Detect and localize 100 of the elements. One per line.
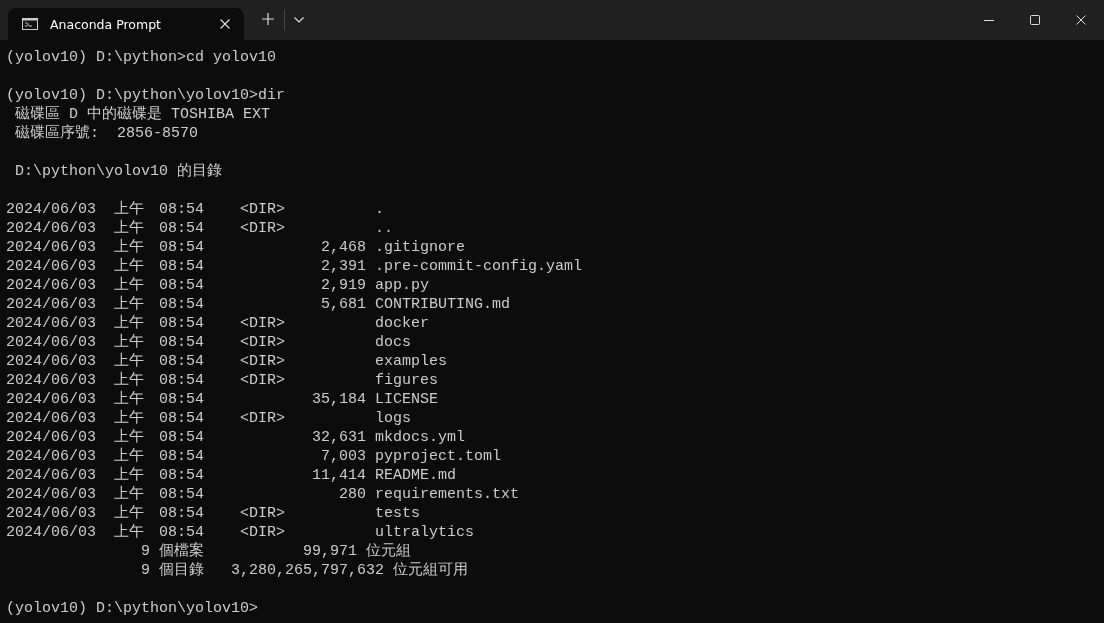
file-size: 32,631 (312, 428, 366, 447)
file-name: pyproject.toml (375, 447, 502, 466)
period: 上午 (114, 333, 145, 352)
file-name: docker (375, 314, 430, 333)
output-line: 磁碟區序號: 2856-8570 (15, 124, 199, 143)
command-line: (yolov10) D:\python>cd yolov10 (6, 48, 277, 67)
chevron-down-icon (294, 17, 304, 23)
file-size: 7,003 (321, 447, 366, 466)
count: 9 (140, 542, 150, 561)
file-name: logs (375, 409, 412, 428)
file-name: CONTRIBUTING.md (375, 295, 511, 314)
byte-count: 3,280,265,797,632 (231, 561, 385, 580)
file-size: 2,391 (321, 257, 366, 276)
time: 08:54 (159, 390, 204, 409)
time: 08:54 (159, 257, 204, 276)
time: 08:54 (159, 409, 204, 428)
time: 08:54 (159, 219, 204, 238)
file-name: docs (375, 333, 412, 352)
file-name: figures (375, 371, 439, 390)
file-size: 11,414 (312, 466, 366, 485)
period: 上午 (114, 295, 145, 314)
period: 上午 (114, 504, 145, 523)
period: 上午 (114, 314, 145, 333)
dir-marker: <DIR> (240, 314, 285, 333)
file-size: 35,184 (312, 390, 366, 409)
time: 08:54 (159, 523, 204, 542)
period: 上午 (114, 200, 145, 219)
plus-icon (262, 13, 274, 25)
time: 08:54 (159, 428, 204, 447)
summary-label: 個檔案 (159, 542, 205, 561)
output-line: 磁碟區 D 中的磁碟是 TOSHIBA EXT (15, 105, 271, 124)
date: 2024/06/03 (6, 276, 96, 295)
date: 2024/06/03 (6, 428, 96, 447)
period: 上午 (114, 485, 145, 504)
byte-count: 99,971 (302, 542, 358, 561)
time: 08:54 (159, 485, 204, 504)
time: 08:54 (159, 447, 204, 466)
time: 08:54 (159, 314, 204, 333)
date: 2024/06/03 (6, 466, 96, 485)
time: 08:54 (159, 504, 204, 523)
file-name: .. (375, 219, 394, 238)
file-size: 280 (339, 485, 366, 504)
time: 08:54 (159, 295, 204, 314)
date: 2024/06/03 (6, 523, 96, 542)
file-name: LICENSE (375, 390, 439, 409)
dir-marker: <DIR> (240, 523, 285, 542)
period: 上午 (114, 276, 145, 295)
summary-unit: 位元組可用 (393, 561, 469, 580)
dir-marker: <DIR> (240, 333, 285, 352)
file-name: mkdocs.yml (375, 428, 466, 447)
file-name: app.py (375, 276, 430, 295)
date: 2024/06/03 (6, 504, 96, 523)
file-name: examples (375, 352, 448, 371)
summary-label: 個目錄 (159, 561, 205, 580)
file-name: . (375, 200, 385, 219)
dir-marker: <DIR> (240, 371, 285, 390)
date: 2024/06/03 (6, 333, 96, 352)
dir-marker: <DIR> (240, 200, 285, 219)
period: 上午 (114, 466, 145, 485)
file-name: requirements.txt (375, 485, 520, 504)
dir-marker: <DIR> (240, 409, 285, 428)
period: 上午 (114, 219, 145, 238)
time: 08:54 (159, 276, 204, 295)
file-name: ultralytics (375, 523, 475, 542)
date: 2024/06/03 (6, 219, 96, 238)
period: 上午 (114, 390, 145, 409)
date: 2024/06/03 (6, 371, 96, 390)
tab[interactable]: Anaconda Prompt (8, 8, 244, 40)
date: 2024/06/03 (6, 409, 96, 428)
tab-title: Anaconda Prompt (50, 16, 162, 32)
file-size: 2,919 (321, 276, 366, 295)
date: 2024/06/03 (6, 295, 96, 314)
dir-marker: <DIR> (240, 504, 285, 523)
file-name: .gitignore (375, 238, 466, 257)
date: 2024/06/03 (6, 200, 96, 219)
period: 上午 (114, 257, 145, 276)
period: 上午 (114, 523, 145, 542)
period: 上午 (114, 447, 145, 466)
count: 9 (140, 561, 150, 580)
period: 上午 (114, 352, 145, 371)
terminal-icon (22, 18, 38, 30)
command-prompt: (yolov10) D:\python\yolov10> (6, 599, 259, 618)
period: 上午 (114, 238, 145, 257)
time: 08:54 (159, 333, 204, 352)
time: 08:54 (159, 466, 204, 485)
date: 2024/06/03 (6, 447, 96, 466)
date: 2024/06/03 (6, 238, 96, 257)
date: 2024/06/03 (6, 314, 96, 333)
close-icon (220, 19, 230, 29)
time: 08:54 (159, 352, 204, 371)
file-name: README.md (375, 466, 457, 485)
command-line: (yolov10) D:\python\yolov10>dir (6, 86, 286, 105)
date: 2024/06/03 (6, 390, 96, 409)
maximize-icon (1030, 15, 1040, 25)
output-line: D:\python\yolov10 的目錄 (15, 162, 223, 181)
time: 08:54 (159, 371, 204, 390)
time: 08:54 (159, 200, 204, 219)
dir-marker: <DIR> (240, 352, 285, 371)
dir-marker: <DIR> (240, 219, 285, 238)
period: 上午 (114, 409, 145, 428)
